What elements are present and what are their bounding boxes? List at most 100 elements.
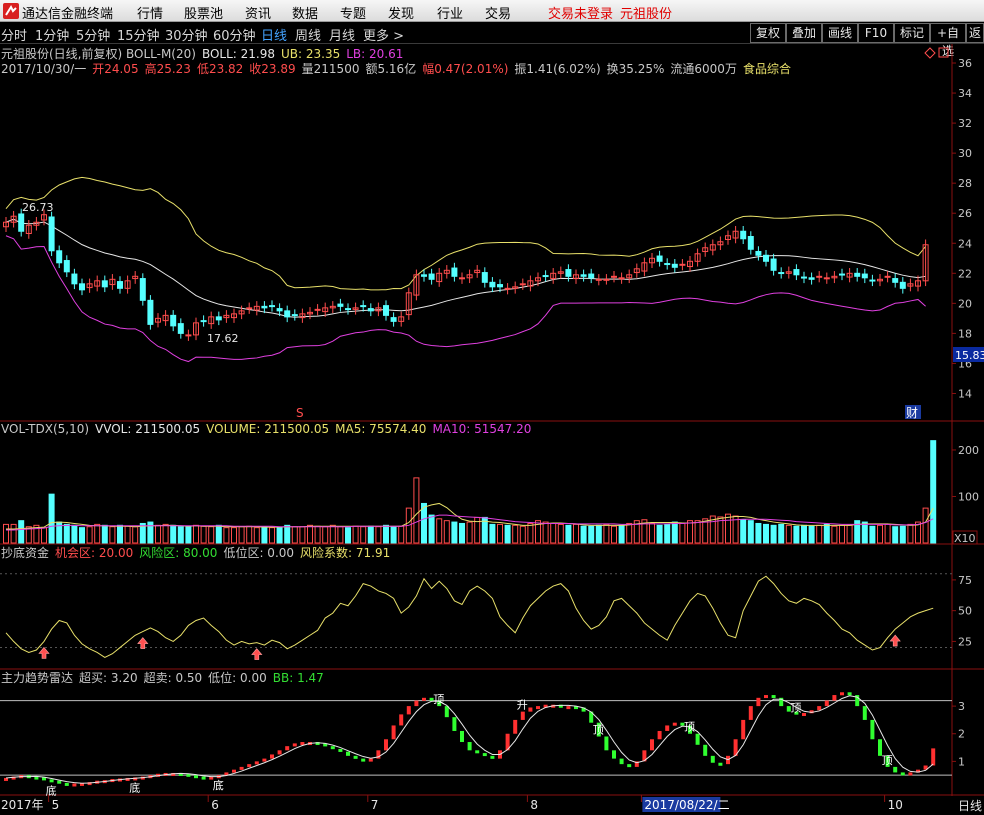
time-label: 10 xyxy=(888,798,903,812)
time-axis: 2017年 5 6 7 8 2017/08/22/二 10 xyxy=(1,795,903,812)
main-info-line2: 2017/10/30/一 开24.05 高25.23 低23.82 收23.89 量211… xyxy=(1,61,791,76)
buy-arrow-icon xyxy=(38,646,50,659)
main-info-line2-part: 收23.89 xyxy=(249,62,295,76)
trend-bar xyxy=(931,748,936,766)
corner-icons[interactable] xyxy=(924,47,949,59)
timeframe-1min[interactable]: 1分钟 xyxy=(35,25,69,44)
candle-body xyxy=(588,273,595,279)
volume-bar xyxy=(861,521,868,544)
main-info-line1: 元祖股份(日线,前复权) BOLL-M(20) BOLL: 21.98 UB: 23… xyxy=(1,46,403,61)
volume-bar xyxy=(261,526,268,544)
price-markers: 26.73 17.62 15.83 S 财 xyxy=(22,201,984,420)
axis-tick-label: 28 xyxy=(958,177,972,190)
timeframe-15min[interactable]: 15分钟 xyxy=(117,25,160,44)
menu-item-faxian[interactable]: 发现 xyxy=(388,3,414,22)
diamond-icon[interactable] xyxy=(924,47,936,59)
candle-body xyxy=(565,269,572,277)
candle-body xyxy=(177,323,184,334)
trend-bar xyxy=(893,766,898,773)
trend-bar xyxy=(277,750,282,755)
timeframe-60min[interactable]: 60分钟 xyxy=(213,25,256,44)
menu-item-zhuanti[interactable]: 专题 xyxy=(340,3,366,22)
menu-item-hangye[interactable]: 行业 xyxy=(437,3,463,22)
candle-body xyxy=(489,281,496,288)
volume-bar xyxy=(831,525,838,544)
candle-body xyxy=(117,281,123,289)
trend-bar xyxy=(718,762,723,766)
maximize-icon[interactable] xyxy=(938,47,949,58)
candle-body xyxy=(671,263,678,268)
volume-info-part: MA10: 51547.20 xyxy=(432,422,531,436)
volume-bar xyxy=(649,522,655,544)
timeframe-5min[interactable]: 5分钟 xyxy=(76,25,110,44)
volume-bar xyxy=(823,523,830,544)
volume-bar xyxy=(565,524,572,544)
chaodi-axis: 25 50 75 xyxy=(952,574,972,648)
trend-bar xyxy=(710,755,715,763)
axis-tick-label: 34 xyxy=(958,87,972,100)
volume-bar xyxy=(155,524,161,544)
trend-bar xyxy=(840,692,844,696)
volume-bar xyxy=(215,524,222,544)
candle-body xyxy=(542,275,549,278)
main-info-line2-part: 量211500 xyxy=(302,62,360,76)
volume-bar xyxy=(276,527,283,544)
candle-body xyxy=(679,263,686,266)
candle-body xyxy=(823,277,830,280)
login-status[interactable]: 交易未登录 xyxy=(548,3,613,22)
biaoji-button[interactable]: 标记 xyxy=(894,23,930,43)
volume-bar xyxy=(550,522,557,544)
axis-tick-label: 100 xyxy=(958,490,979,503)
trend-signal-label: 底 xyxy=(213,778,224,792)
chaodi-plot xyxy=(0,573,952,660)
timeframe-fenshi[interactable]: 分时 xyxy=(1,25,27,44)
volume-bar xyxy=(664,523,671,544)
candle-body xyxy=(884,275,891,278)
volume-bar xyxy=(694,520,701,544)
time-label: 2017/08/22/二 xyxy=(644,798,729,812)
volume-bar xyxy=(291,526,298,544)
main-info-line2-part: 开24.05 xyxy=(92,62,138,76)
menu-item-hangqing[interactable]: 行情 xyxy=(137,3,163,22)
timeframe-more[interactable]: 更多 > xyxy=(363,25,404,44)
menu-item-zixun[interactable]: 资讯 xyxy=(245,3,271,22)
volume-bar xyxy=(611,525,617,544)
chart-area[interactable]: 元祖股份(日线,前复权) BOLL-M(20) BOLL: 21.98 UB: 23… xyxy=(0,44,984,815)
trend-bar xyxy=(194,775,198,779)
timeframe-weekly[interactable]: 周线 xyxy=(295,25,321,44)
diejia-button[interactable]: 叠加 xyxy=(786,23,822,43)
candle-body xyxy=(603,278,610,281)
volume-bar xyxy=(557,523,564,544)
main-info-line2-part: 换35.25% xyxy=(607,62,665,76)
volume-bar xyxy=(86,526,93,544)
volume-bar xyxy=(352,525,359,544)
volume-bar xyxy=(162,523,169,544)
huaxian-button[interactable]: 画线 xyxy=(822,23,858,43)
menu-item-jiaoyi[interactable]: 交易 xyxy=(485,3,511,22)
timeframe-30min[interactable]: 30分钟 xyxy=(165,25,208,44)
chart-toolbar: 分时 1分钟 5分钟 15分钟 30分钟 60分钟 日线 周线 月线 更多 > … xyxy=(0,22,984,58)
candle-body xyxy=(200,320,207,323)
trend-bar xyxy=(338,748,343,752)
menu-item-shuju[interactable]: 数据 xyxy=(292,3,318,22)
axis-tick-label: 50 xyxy=(958,605,972,618)
volume-bar xyxy=(147,521,154,544)
volume-bar xyxy=(459,522,465,544)
timeframe-monthly[interactable]: 月线 xyxy=(329,25,355,44)
f10-button[interactable]: F10 xyxy=(858,23,894,43)
back-button[interactable]: 返 xyxy=(966,23,984,43)
vol-unit-label: X10 xyxy=(954,532,976,545)
fuquan-button[interactable]: 复权 xyxy=(750,23,786,43)
volume-bar xyxy=(816,524,823,544)
trend-signal-label: 顶 xyxy=(882,754,893,767)
add-watchlist-button[interactable]: +自选 xyxy=(930,23,966,58)
volume-bar xyxy=(489,523,496,544)
trend-bar xyxy=(399,714,404,726)
menu-item-gupiaochi[interactable]: 股票池 xyxy=(184,3,223,22)
volume-bar xyxy=(200,525,207,544)
timeframe-daily[interactable]: 日线 xyxy=(261,25,287,44)
candle-body xyxy=(261,305,268,309)
trend-bar xyxy=(771,695,776,699)
volume-bar xyxy=(504,524,511,544)
trend-signal-label: 顶 xyxy=(684,721,695,734)
